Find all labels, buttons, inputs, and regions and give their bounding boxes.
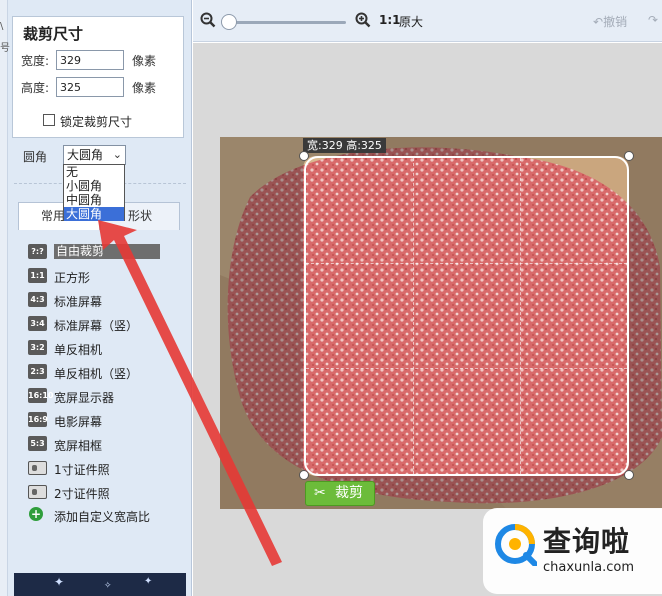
crop-frame[interactable] — [304, 156, 629, 476]
left-panel: \ 号 裁剪尺寸 宽度: 像素 高度: 像素 锁定裁剪尺寸 圆角 大圆角 ⌄ 无… — [0, 0, 192, 596]
top-toolbar: 1:1 原大 ↶撤销 ↷ — [193, 0, 662, 42]
chevron-down-icon: ⌄ — [112, 148, 122, 161]
width-row: 宽度: 像素 — [21, 50, 181, 70]
preset-label: 单反相机（竖） — [54, 367, 139, 381]
preset-label: 添加自定义宽高比 — [54, 510, 151, 524]
preset-2-3[interactable]: 2:3 单反相机（竖） — [28, 364, 178, 381]
ratio-badge-icon: 2:3 — [28, 364, 47, 379]
sparkle-icon: ✦ — [144, 576, 153, 587]
preset-16-9[interactable]: 16:9 电影屏幕 — [28, 412, 178, 429]
undo-label: 撤销 — [603, 15, 628, 29]
width-label: 宽度: — [21, 54, 50, 68]
preset-4-3[interactable]: 4:3 标准屏幕 — [28, 292, 178, 309]
window-edge-strip: \ 号 — [0, 0, 10, 596]
width-unit: 像素 — [132, 54, 157, 68]
preset-free[interactable]: ?:? 自由裁剪 — [28, 244, 178, 260]
preset-label: 单反相机 — [54, 343, 103, 357]
id-photo-icon — [28, 461, 47, 475]
ratio-badge-icon: 5:3 — [28, 436, 47, 451]
sparkle-icon: ✦ — [54, 575, 65, 589]
preset-label: 宽屏相框 — [54, 439, 103, 453]
scissors-icon: ✂ — [314, 485, 326, 501]
height-unit: 像素 — [132, 81, 157, 95]
preset-label: 标准屏幕 — [54, 295, 103, 309]
corner-dropdown-list: 无 小圆角 中圆角 大圆角 — [63, 164, 125, 221]
preset-3-2[interactable]: 3:2 单反相机 — [28, 340, 178, 357]
crop-grid-line — [412, 158, 414, 474]
crop-grid-line — [306, 263, 627, 265]
preset-3-4[interactable]: 3:4 标准屏幕（竖） — [28, 316, 178, 333]
ratio-badge-icon: 16:9 — [28, 412, 48, 427]
crop-handle-top-left[interactable] — [299, 151, 309, 161]
width-input[interactable] — [56, 50, 124, 70]
corner-option-large[interactable]: 大圆角 — [64, 207, 124, 221]
ratio-badge-icon: 16:10 — [28, 388, 53, 403]
height-label: 高度: — [21, 81, 50, 95]
crop-handle-bottom-right[interactable] — [624, 470, 634, 480]
crop-grid-line — [306, 368, 627, 370]
corner-select[interactable]: 大圆角 ⌄ — [63, 145, 126, 165]
height-input[interactable] — [56, 77, 124, 97]
preset-label: 1寸证件照 — [54, 463, 110, 477]
height-row: 高度: 像素 — [21, 77, 181, 97]
edge-glyph-1: \ — [0, 21, 4, 32]
site-watermark: 查询啦 chaxunla.com — [483, 508, 662, 594]
lock-size-label: 锁定裁剪尺寸 — [60, 115, 133, 129]
preset-id-1inch[interactable]: 1寸证件照 — [28, 460, 178, 477]
corner-select-value: 大圆角 — [67, 148, 104, 162]
preset-label: 自由裁剪 — [54, 244, 160, 259]
crop-handle-bottom-left[interactable] — [299, 470, 309, 480]
zoom-slider-thumb[interactable] — [221, 14, 237, 30]
crop-handle-top-right[interactable] — [624, 151, 634, 161]
corner-option-small[interactable]: 小圆角 — [64, 179, 124, 193]
ratio-badge-icon: 3:4 — [28, 316, 47, 331]
ratio-badge-icon: 1:1 — [28, 268, 47, 283]
add-custom-ratio-button[interactable]: + 添加自定义宽高比 — [28, 507, 178, 524]
original-size-button[interactable]: 原大 — [399, 13, 423, 30]
ratio-badge-icon: 4:3 — [28, 292, 47, 307]
ratio-badge-icon: ?:? — [28, 244, 47, 259]
crop-size-title: 裁剪尺寸 — [23, 25, 84, 43]
crop-size-box: 裁剪尺寸 宽度: 像素 高度: 像素 锁定裁剪尺寸 — [12, 16, 184, 138]
template-thumbnail[interactable]: ✦ ✧ ✦ — [14, 573, 186, 596]
add-circle-icon: + — [29, 507, 43, 521]
corner-option-medium[interactable]: 中圆角 — [64, 193, 124, 207]
ratio-badge-icon: 3:2 — [28, 340, 47, 355]
watermark-title: 查询啦 — [543, 525, 631, 558]
preset-label: 宽屏显示器 — [54, 391, 115, 405]
crop-button-label: 裁剪 — [335, 485, 363, 501]
undo-icon: ↶ — [593, 15, 604, 29]
zoom-in-icon[interactable] — [355, 12, 371, 28]
edge-glyph-2: 号 — [0, 43, 10, 54]
sparkle-icon: ✧ — [104, 581, 112, 591]
preset-5-3[interactable]: 5:3 宽屏相框 — [28, 436, 178, 453]
watermark-url: chaxunla.com — [543, 560, 634, 575]
undo-button[interactable]: ↶撤销 — [593, 13, 627, 30]
search-logo-icon — [495, 524, 537, 566]
crop-size-tag: 宽:329 高:325 — [303, 138, 386, 153]
crop-button[interactable]: ✂ 裁剪 — [305, 481, 375, 506]
preset-label: 正方形 — [54, 271, 91, 285]
preset-label: 标准屏幕（竖） — [54, 319, 139, 333]
corner-option-none[interactable]: 无 — [64, 165, 124, 179]
preset-square[interactable]: 1:1 正方形 — [28, 268, 178, 285]
corner-label: 圆角 — [23, 150, 48, 164]
original-size-ratio[interactable]: 1:1 — [379, 13, 401, 27]
preset-id-2inch[interactable]: 2寸证件照 — [28, 484, 178, 501]
id-photo-icon — [28, 485, 47, 499]
preset-16-10[interactable]: 16:10 宽屏显示器 — [28, 388, 178, 405]
crop-grid-line — [519, 158, 521, 474]
lock-size-checkbox[interactable] — [43, 114, 55, 126]
redo-icon[interactable]: ↷ — [648, 13, 658, 27]
zoom-slider-track[interactable] — [229, 21, 346, 24]
preset-label: 2寸证件照 — [54, 487, 110, 501]
zoom-out-icon[interactable] — [200, 12, 216, 28]
preset-label: 电影屏幕 — [54, 415, 103, 429]
